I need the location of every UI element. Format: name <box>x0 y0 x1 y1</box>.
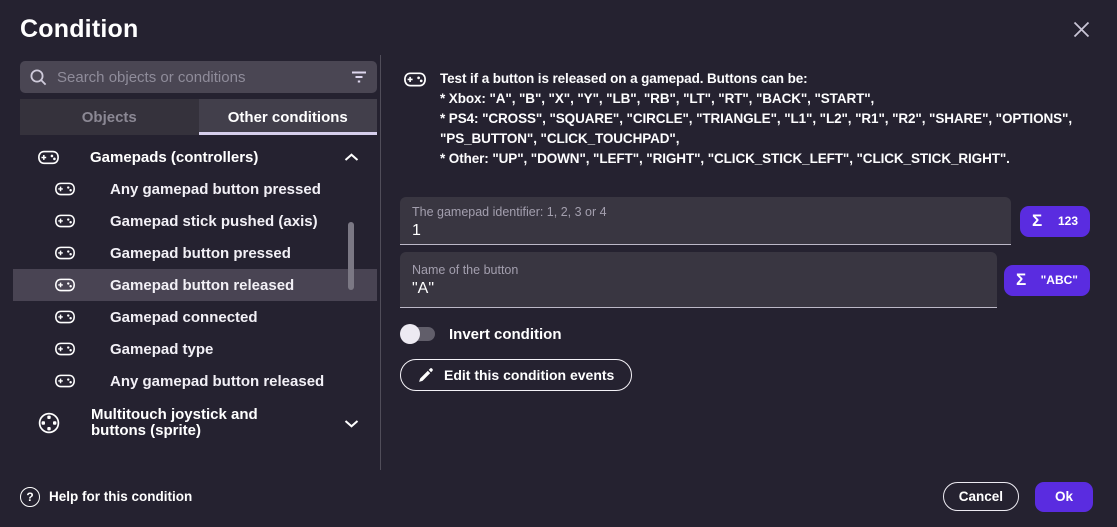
dialog-header: Condition <box>0 0 1117 55</box>
description-line: * Other: "UP", "DOWN", "LEFT", "RIGHT", … <box>440 149 1072 169</box>
help-label: Help for this condition <box>49 489 192 504</box>
scrollbar-thumb[interactable] <box>348 222 354 290</box>
edit-button-label: Edit this condition events <box>444 367 614 383</box>
footer-actions: Cancel Ok <box>943 482 1093 512</box>
gamepad-icon <box>55 214 76 228</box>
description-line: * PS4: "CROSS", "SQUARE", "CIRCLE", "TRI… <box>440 109 1072 129</box>
condition-label: Any gamepad button released <box>110 373 324 390</box>
group-gamepads[interactable]: Gamepads (controllers) <box>13 141 377 173</box>
invert-condition-toggle[interactable] <box>400 324 437 344</box>
conditions-sidebar: Search objects or conditions Objects Oth… <box>0 55 381 470</box>
condition-label: Gamepad type <box>110 341 213 358</box>
help-link[interactable]: ? Help for this condition <box>20 487 192 507</box>
pencil-icon <box>418 368 433 383</box>
edit-condition-events-button[interactable]: Edit this condition events <box>400 359 632 391</box>
gamepad-icon <box>404 72 426 169</box>
gamepad-identifier-input[interactable] <box>412 222 999 240</box>
condition-description: Test if a button is released on a gamepa… <box>400 69 1097 169</box>
condition-label: Gamepad connected <box>110 309 258 326</box>
condition-label: Gamepad button released <box>110 277 294 294</box>
tab-objects[interactable]: Objects <box>20 99 199 135</box>
multitouch-joystick-icon <box>38 412 60 434</box>
dialog-title: Condition <box>20 15 138 44</box>
ok-button[interactable]: Ok <box>1035 482 1093 512</box>
gamepad-icon <box>55 182 76 196</box>
chevron-down-icon[interactable] <box>344 419 359 428</box>
button-name-input[interactable] <box>412 280 985 298</box>
gamepad-identifier-row: The gamepad identifier: 1, 2, 3 or 4 Σ 1… <box>400 197 1097 245</box>
condition-item-gamepad-type[interactable]: Gamepad type <box>13 333 377 365</box>
dialog-body: Search objects or conditions Objects Oth… <box>0 55 1117 470</box>
tab-other-conditions-label: Other conditions <box>228 109 348 126</box>
tab-other-conditions[interactable]: Other conditions <box>199 99 378 135</box>
invert-condition-label: Invert condition <box>449 326 562 343</box>
field-label: The gamepad identifier: 1, 2, 3 or 4 <box>412 205 999 219</box>
search-placeholder: Search objects or conditions <box>57 69 351 86</box>
conditions-tree: Gamepads (controllers) Any gamepad butto… <box>13 141 377 445</box>
condition-item-gamepad-connected[interactable]: Gamepad connected <box>13 301 377 333</box>
gamepad-icon <box>55 342 76 356</box>
description-line: Test if a button is released on a gamepa… <box>440 69 1072 89</box>
condition-item-any-gamepad-button-released[interactable]: Any gamepad button released <box>13 365 377 397</box>
gamepad-identifier-field: The gamepad identifier: 1, 2, 3 or 4 <box>400 197 1011 245</box>
gamepad-icon <box>55 310 76 324</box>
expression-editor-button-abc[interactable]: Σ "ABC" <box>1004 265 1090 296</box>
group-label: Gamepads (controllers) <box>90 149 258 166</box>
condition-editor: Test if a button is released on a gamepa… <box>381 55 1117 470</box>
expression-kind-label: 123 <box>1058 214 1078 228</box>
description-line: * Xbox: "A", "B", "X", "Y", "LB", "RB", … <box>440 89 1072 109</box>
group-label: Multitouch joystick and buttons (sprite) <box>91 407 316 439</box>
search-icon <box>29 68 48 87</box>
filter-icon[interactable] <box>351 69 367 85</box>
condition-item-any-gamepad-button-pressed[interactable]: Any gamepad button pressed <box>13 173 377 205</box>
button-name-row: Name of the button Σ "ABC" <box>400 252 1097 308</box>
condition-label: Any gamepad button pressed <box>110 181 321 198</box>
expression-editor-button-123[interactable]: Σ 123 <box>1020 206 1090 237</box>
search-input[interactable]: Search objects or conditions <box>20 61 377 93</box>
gamepad-icon <box>55 246 76 260</box>
tab-objects-label: Objects <box>82 109 137 126</box>
gamepad-icon <box>38 150 59 165</box>
condition-label: Gamepad stick pushed (axis) <box>110 213 318 230</box>
gamepad-icon <box>55 374 76 388</box>
invert-condition-row: Invert condition <box>400 324 1097 344</box>
sigma-icon: Σ <box>1032 211 1042 231</box>
condition-label: Gamepad button pressed <box>110 245 291 262</box>
condition-item-gamepad-button-released[interactable]: Gamepad button released <box>13 269 377 301</box>
condition-item-gamepad-stick-pushed[interactable]: Gamepad stick pushed (axis) <box>13 205 377 237</box>
condition-item-gamepad-button-pressed[interactable]: Gamepad button pressed <box>13 237 377 269</box>
field-label: Name of the button <box>412 263 985 277</box>
help-icon: ? <box>20 487 40 507</box>
dialog-footer: ? Help for this condition Cancel Ok <box>0 470 1117 527</box>
sigma-icon: Σ <box>1016 270 1026 290</box>
close-icon[interactable] <box>1069 18 1093 42</box>
group-multitouch-joystick[interactable]: Multitouch joystick and buttons (sprite) <box>13 401 377 445</box>
gamepad-icon <box>55 278 76 292</box>
condition-dialog: Condition Search objects or conditions <box>0 0 1117 527</box>
parameter-fields: The gamepad identifier: 1, 2, 3 or 4 Σ 1… <box>400 197 1097 308</box>
description-text: Test if a button is released on a gamepa… <box>440 69 1072 169</box>
chevron-up-icon[interactable] <box>344 153 359 162</box>
toggle-thumb <box>400 324 420 344</box>
expression-kind-label: "ABC" <box>1041 273 1078 287</box>
description-line: "PS_BUTTON", "CLICK_TOUCHPAD", <box>440 129 1072 149</box>
cancel-button[interactable]: Cancel <box>943 482 1019 511</box>
button-name-field: Name of the button <box>400 252 997 308</box>
sidebar-tabs: Objects Other conditions <box>20 99 377 135</box>
